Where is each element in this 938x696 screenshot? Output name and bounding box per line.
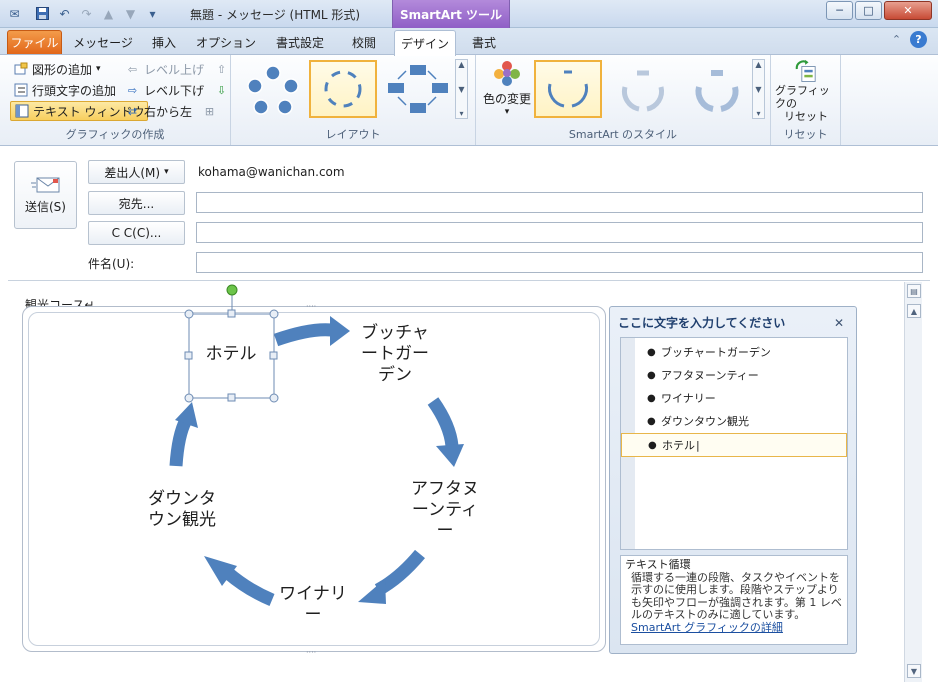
list-item[interactable]: ● アフタヌーンティー <box>621 363 847 387</box>
text-cursor: | <box>696 438 700 452</box>
description-title: テキスト循環 <box>625 558 691 571</box>
node-hotel-line-1: ホテル <box>205 344 257 364</box>
arrow-afternoon-to-winery <box>358 549 425 604</box>
arrow-downtown-to-hotel <box>169 402 198 467</box>
bullet-icon: ● <box>647 346 656 358</box>
list-item-text: ワイナリー <box>661 392 716 405</box>
list-item[interactable]: ● ブッチャートガーデン <box>621 340 847 364</box>
node-afternoon-tea[interactable]: アフタヌ ーンティ ー <box>400 479 490 542</box>
node-butchart-line-1: ブッチャ <box>361 323 429 343</box>
smartart-text-pane: ここに文字を入力してください ✕ ● ブッチャートガーデン ● アフタヌーンティ… <box>609 306 857 654</box>
node-afternoon-line-3: ー <box>436 521 454 541</box>
node-hotel[interactable]: ホテル <box>196 344 266 365</box>
list-item[interactable]: ● ワイナリー <box>621 386 847 410</box>
node-afternoon-line-1: アフタヌ <box>411 479 479 499</box>
node-downtown-line-1: ダウンタ <box>148 489 216 509</box>
list-item-text: ホテル <box>662 439 695 452</box>
text-pane-list[interactable]: ● ブッチャートガーデン ● アフタヌーンティー ● ワイナリー ● ダウンタウ… <box>620 337 848 550</box>
node-winery-line-1: ワイナリ <box>279 584 347 604</box>
smartart-details-link[interactable]: SmartArt グラフィックの詳細 <box>631 621 843 635</box>
bullet-icon: ● <box>647 392 656 404</box>
bullet-icon: ● <box>648 439 657 451</box>
arrow-butchart-to-afternoon <box>427 397 464 467</box>
node-winery[interactable]: ワイナリ ー <box>268 584 358 626</box>
list-item-text: ブッチャートガーデン <box>661 346 771 359</box>
node-downtown[interactable]: ダウンタ ウン観光 <box>137 489 227 531</box>
text-pane-close-icon[interactable]: ✕ <box>834 316 844 330</box>
bullet-icon: ● <box>647 415 656 427</box>
list-item-text: アフタヌーンティー <box>661 369 759 382</box>
arrow-winery-to-downtown <box>204 556 275 606</box>
node-afternoon-line-2: ーンティ <box>411 500 479 520</box>
bullet-icon: ● <box>647 369 656 381</box>
node-butchart-line-2: ートガー <box>361 344 429 364</box>
node-downtown-line-2: ウン観光 <box>148 510 216 530</box>
node-butchart-gardens[interactable]: ブッチャ ートガー デン <box>350 323 440 386</box>
list-item-text: ダウンタウン観光 <box>661 415 749 428</box>
list-item-active[interactable]: ● ホテル | <box>621 433 847 457</box>
text-pane-title: ここに文字を入力してください <box>618 316 786 330</box>
tab-design[interactable]: デザイン <box>394 30 456 56</box>
node-winery-line-2: ー <box>304 605 322 625</box>
text-pane-description: テキスト循環 循環する一連の段階、タスクやイベントを示すのに使用します。段階やス… <box>620 555 848 645</box>
node-butchart-line-3: デン <box>378 365 412 385</box>
list-item[interactable]: ● ダウンタウン観光 <box>621 409 847 433</box>
description-body: 循環する一連の段階、タスクやイベントを示すのに使用します。段階やステップよりも矢… <box>631 570 842 621</box>
arrow-hotel-to-butchart <box>273 316 350 347</box>
